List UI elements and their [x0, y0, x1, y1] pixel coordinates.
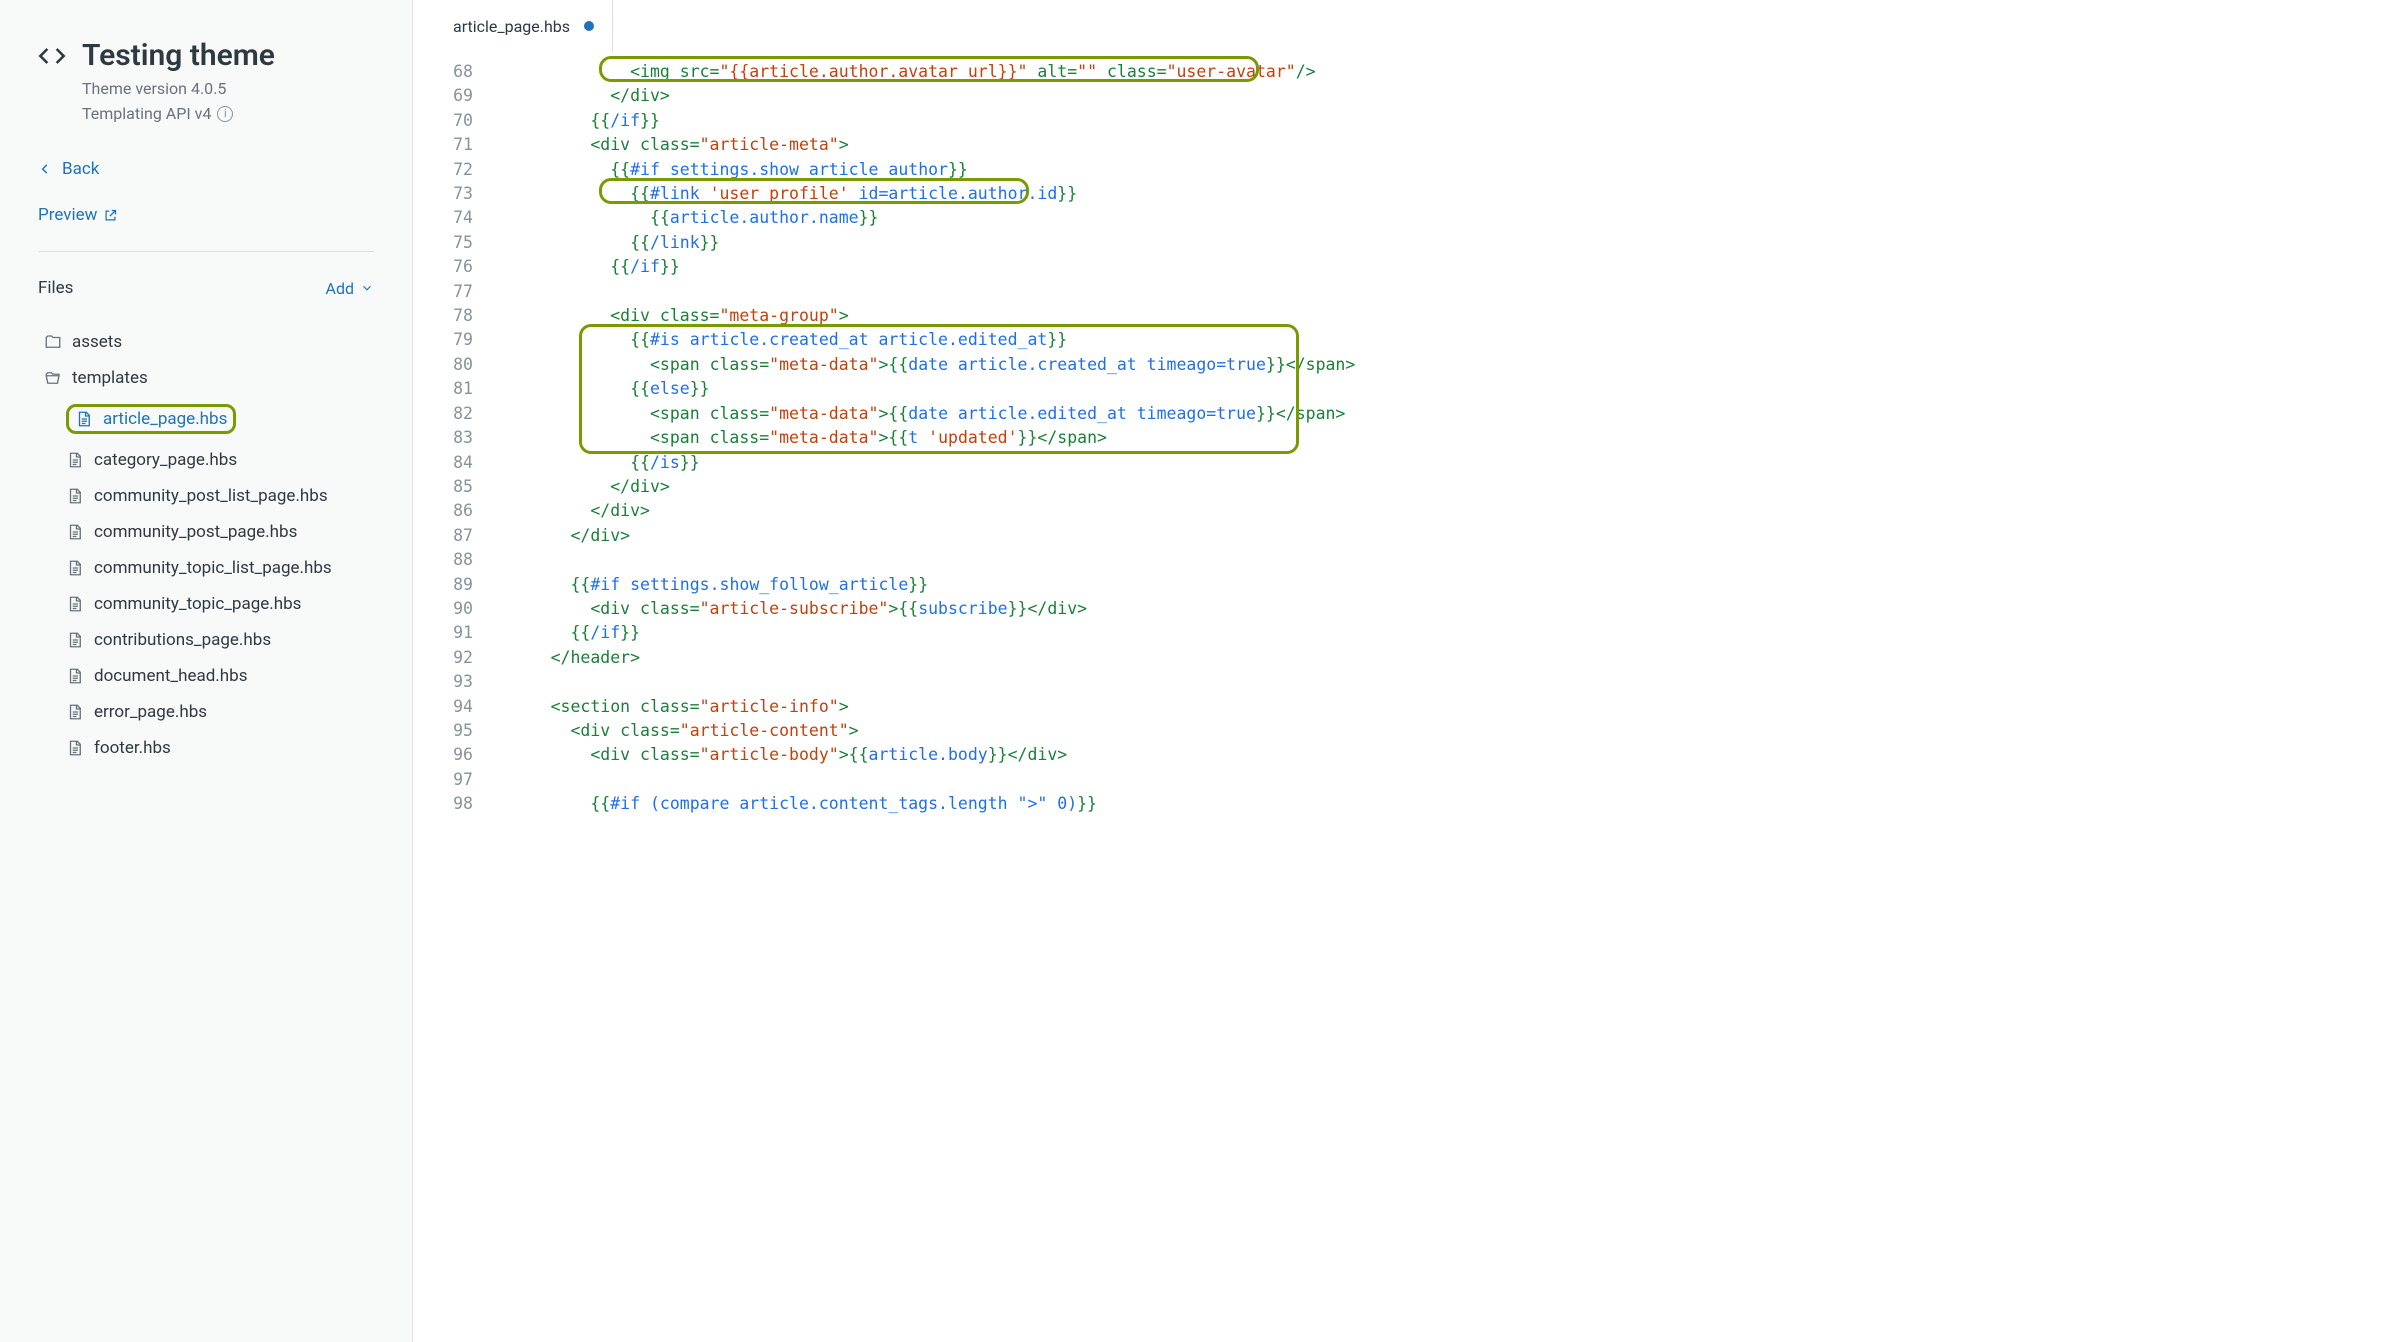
- file-footer-hbs[interactable]: footer.hbs: [38, 730, 374, 766]
- back-link[interactable]: Back: [38, 159, 374, 179]
- theme-title: Testing theme: [82, 38, 275, 73]
- code-icon: [38, 42, 66, 70]
- code-line-72[interactable]: 72 {{#if settings.show_article_author}}: [413, 158, 2386, 182]
- code-line-84[interactable]: 84 {{/is}}: [413, 451, 2386, 475]
- templating-api-label: Templating API v4 i: [82, 104, 374, 123]
- tab-label: article_page.hbs: [453, 17, 570, 36]
- folder-templates[interactable]: templates: [38, 360, 374, 396]
- file-document_head-hbs[interactable]: document_head.hbs: [38, 658, 374, 694]
- code-line-88[interactable]: 88: [413, 548, 2386, 572]
- code-line-69[interactable]: 69 </div>: [413, 84, 2386, 108]
- code-line-74[interactable]: 74 {{article.author.name}}: [413, 206, 2386, 230]
- theme-version: Theme version 4.0.5: [82, 79, 374, 98]
- code-line-92[interactable]: 92 </header>: [413, 646, 2386, 670]
- code-line-77[interactable]: 77: [413, 280, 2386, 304]
- code-line-82[interactable]: 82 <span class="meta-data">{{date articl…: [413, 402, 2386, 426]
- code-line-80[interactable]: 80 <span class="meta-data">{{date articl…: [413, 353, 2386, 377]
- file-tree: assetstemplatesarticle_page.hbscategory_…: [38, 324, 374, 766]
- code-editor[interactable]: 68 <img src="{{article.author.avatar_url…: [413, 52, 2386, 1342]
- code-line-97[interactable]: 97: [413, 768, 2386, 792]
- code-line-96[interactable]: 96 <div class="article-body">{{article.b…: [413, 743, 2386, 767]
- file-contributions_page-hbs[interactable]: contributions_page.hbs: [38, 622, 374, 658]
- code-line-91[interactable]: 91 {{/if}}: [413, 621, 2386, 645]
- sidebar: Testing theme Theme version 4.0.5 Templa…: [0, 0, 413, 1342]
- code-line-95[interactable]: 95 <div class="article-content">: [413, 719, 2386, 743]
- add-button[interactable]: Add: [326, 279, 374, 298]
- code-line-76[interactable]: 76 {{/if}}: [413, 255, 2386, 279]
- code-line-81[interactable]: 81 {{else}}: [413, 377, 2386, 401]
- preview-label: Preview: [38, 205, 97, 225]
- code-line-68[interactable]: 68 <img src="{{article.author.avatar_url…: [413, 60, 2386, 84]
- code-line-83[interactable]: 83 <span class="meta-data">{{t 'updated'…: [413, 426, 2386, 450]
- file-article_page-hbs[interactable]: article_page.hbs: [38, 396, 374, 442]
- file-category_page-hbs[interactable]: category_page.hbs: [38, 442, 374, 478]
- code-line-70[interactable]: 70 {{/if}}: [413, 109, 2386, 133]
- info-icon[interactable]: i: [217, 106, 233, 122]
- code-line-73[interactable]: 73 {{#link 'user_profile' id=article.aut…: [413, 182, 2386, 206]
- file-community_topic_page-hbs[interactable]: community_topic_page.hbs: [38, 586, 374, 622]
- code-line-71[interactable]: 71 <div class="article-meta">: [413, 133, 2386, 157]
- code-line-89[interactable]: 89 {{#if settings.show_follow_article}}: [413, 573, 2386, 597]
- code-line-87[interactable]: 87 </div>: [413, 524, 2386, 548]
- code-line-90[interactable]: 90 <div class="article-subscribe">{{subs…: [413, 597, 2386, 621]
- code-line-85[interactable]: 85 </div>: [413, 475, 2386, 499]
- code-line-93[interactable]: 93: [413, 670, 2386, 694]
- folder-assets[interactable]: assets: [38, 324, 374, 360]
- files-heading: Files: [38, 278, 73, 298]
- code-line-79[interactable]: 79 {{#is article.created_at article.edit…: [413, 328, 2386, 352]
- code-line-75[interactable]: 75 {{/link}}: [413, 231, 2386, 255]
- editor: article_page.hbs 68 <img src="{{article.…: [413, 0, 2386, 1342]
- preview-link[interactable]: Preview: [38, 205, 374, 225]
- code-line-98[interactable]: 98 {{#if (compare article.content_tags.l…: [413, 792, 2386, 816]
- tab-article-page[interactable]: article_page.hbs: [435, 0, 613, 52]
- file-community_post_page-hbs[interactable]: community_post_page.hbs: [38, 514, 374, 550]
- file-community_post_list_page-hbs[interactable]: community_post_list_page.hbs: [38, 478, 374, 514]
- file-community_topic_list_page-hbs[interactable]: community_topic_list_page.hbs: [38, 550, 374, 586]
- code-line-78[interactable]: 78 <div class="meta-group">: [413, 304, 2386, 328]
- code-line-94[interactable]: 94 <section class="article-info">: [413, 695, 2386, 719]
- unsaved-indicator-icon: [584, 21, 594, 31]
- code-line-86[interactable]: 86 </div>: [413, 499, 2386, 523]
- back-label: Back: [62, 159, 99, 179]
- file-error_page-hbs[interactable]: error_page.hbs: [38, 694, 374, 730]
- tab-bar: article_page.hbs: [413, 0, 2386, 52]
